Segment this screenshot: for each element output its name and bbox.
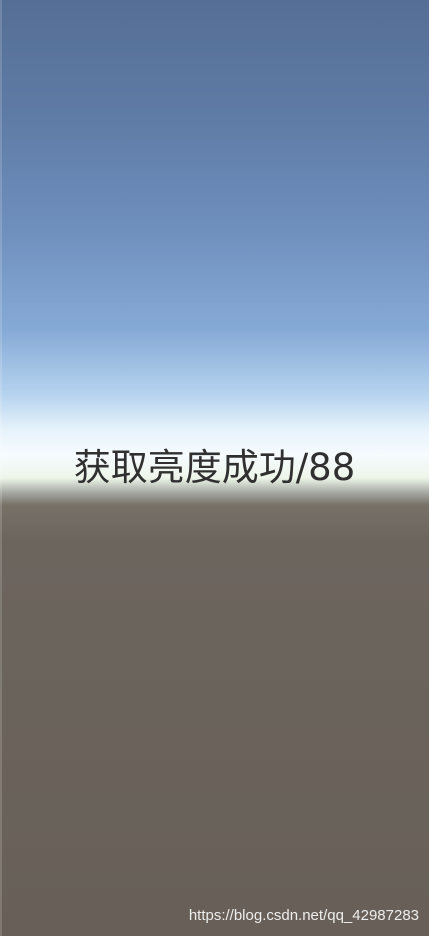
brightness-status-message: 获取亮度成功/88	[73, 446, 356, 489]
source-watermark: https://blog.csdn.net/qq_42987283	[188, 907, 419, 924]
app-screen: 获取亮度成功/88 https://blog.csdn.net/qq_42987…	[0, 0, 429, 936]
